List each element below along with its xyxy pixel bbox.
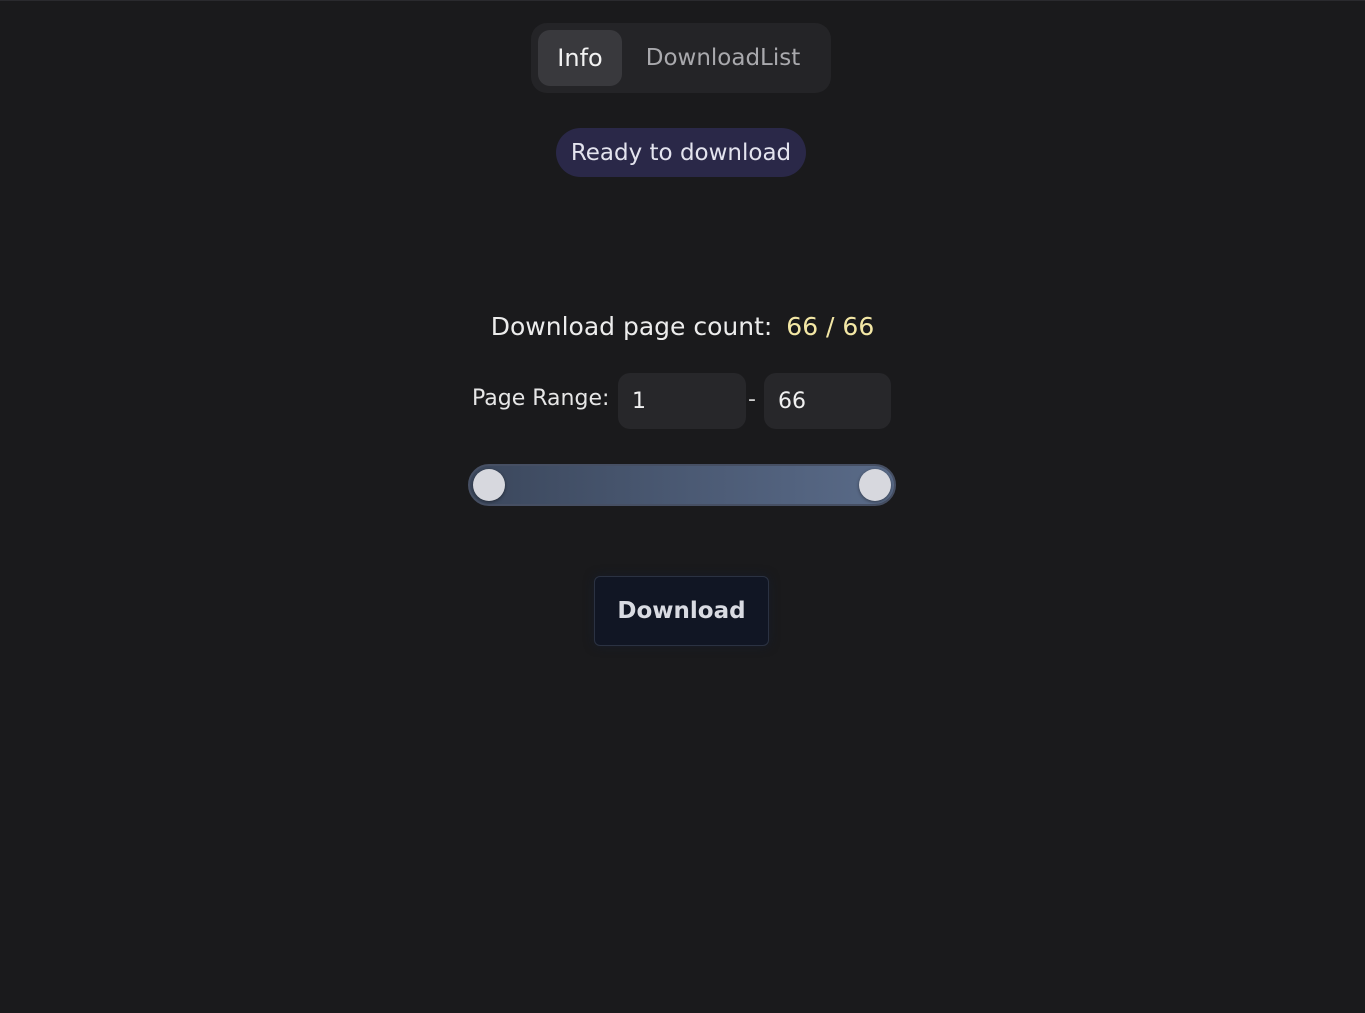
page-range-slider-end-handle[interactable] <box>859 469 891 501</box>
page-range-slider[interactable] <box>468 464 896 506</box>
page-range-from-input[interactable] <box>618 373 746 429</box>
status-badge: Ready to download <box>556 128 806 177</box>
page-range-label: Page Range: <box>472 386 610 411</box>
tab-download-list[interactable]: DownloadList <box>622 30 824 86</box>
page-range-separator: - <box>748 387 756 412</box>
page-count-label: Download page count: <box>490 311 773 341</box>
page-range-to-input[interactable] <box>764 373 891 429</box>
tab-bar: Info DownloadList <box>531 23 831 93</box>
page-count-row: Download page count: 66 / 66 <box>0 307 1365 345</box>
tab-info[interactable]: Info <box>538 30 622 86</box>
page-range-slider-fill <box>470 466 894 504</box>
page-range-slider-start-handle[interactable] <box>473 469 505 501</box>
download-button[interactable]: Download <box>594 576 769 646</box>
page-count-value: 66 / 66 <box>786 311 875 341</box>
